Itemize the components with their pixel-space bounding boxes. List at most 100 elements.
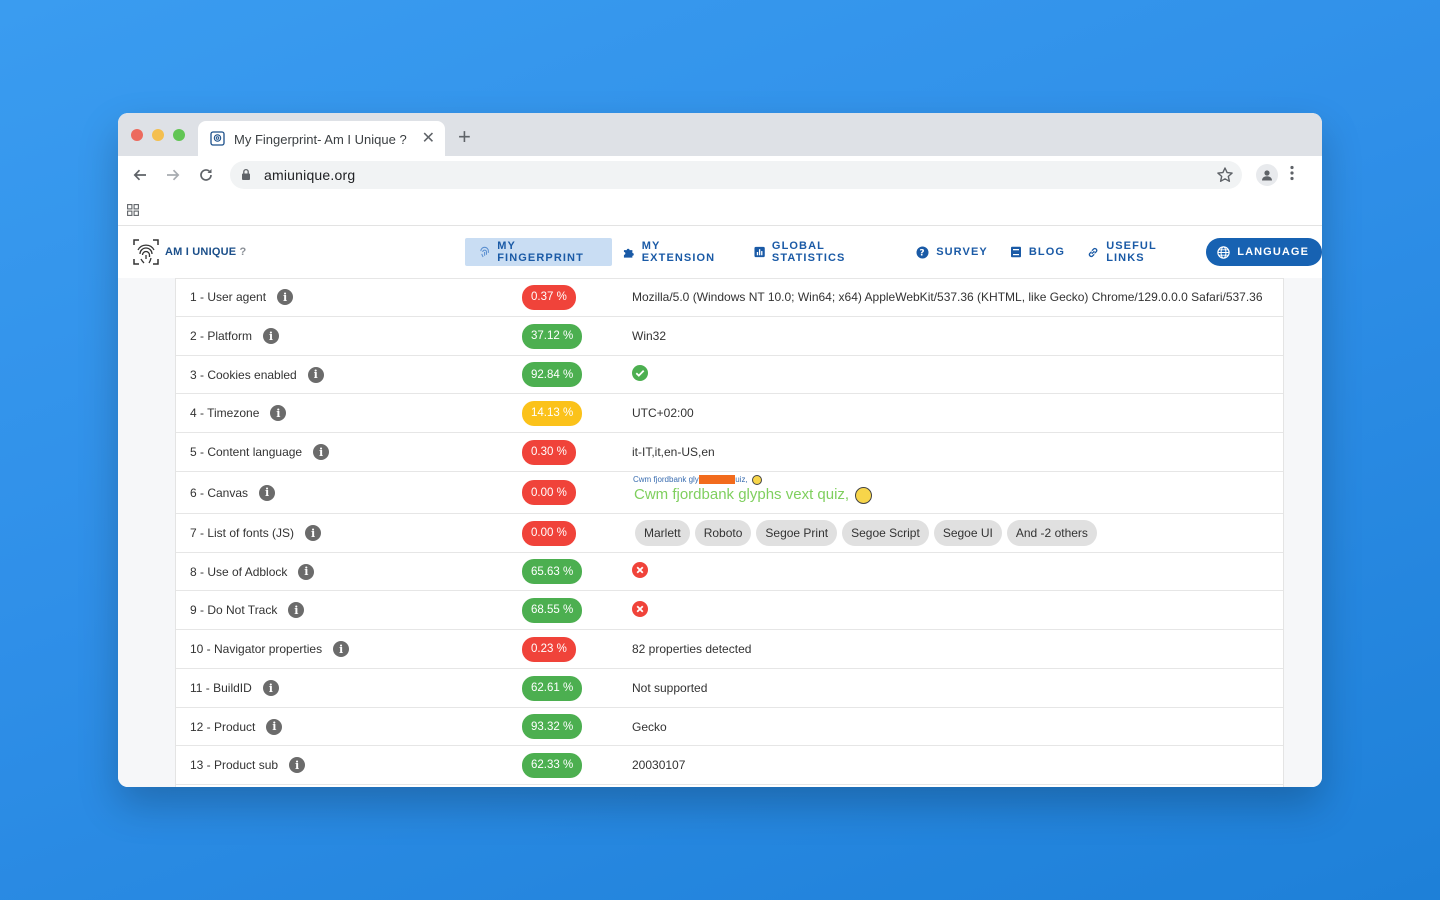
nav-my-extension[interactable]: MY EXTENSION — [612, 238, 743, 266]
table-row: 5 - Content language i 0.30 % it-IT,it,en… — [176, 433, 1283, 472]
new-tab-icon[interactable]: + — [458, 126, 471, 148]
table-row: 11 - BuildID i 62.61 % Not supported — [176, 669, 1283, 708]
percentage-badge: 62.33 % — [522, 752, 583, 778]
more-fonts-chip[interactable]: And -2 others — [1006, 520, 1097, 546]
info-icon[interactable]: i — [270, 405, 287, 421]
row-value: Not supported — [632, 681, 708, 695]
language-button[interactable]: LANGUAGE — [1206, 238, 1322, 266]
percentage-badge: 62.61 % — [522, 675, 583, 701]
browser-toolbar: amiunique.org — [118, 156, 1322, 194]
svg-text:?: ? — [920, 248, 926, 258]
info-icon[interactable]: i — [263, 328, 280, 344]
nav-blog[interactable]: BLOG — [999, 238, 1076, 266]
tab-title: My Fingerprint- Am I Unique ? — [234, 132, 407, 147]
page-content: AM I UNIQUE ? MY FINGERPRINT MY EXTENSIO… — [118, 226, 1322, 787]
profile-avatar-icon[interactable] — [1256, 164, 1278, 186]
site-logo[interactable]: AM I UNIQUE ? — [131, 237, 246, 267]
table-row: 4 - Timezone i 14.13 % UTC+02:00 — [176, 394, 1283, 433]
font-chip: Roboto — [694, 520, 752, 546]
row-value: it-IT,it,en-US,en — [632, 445, 715, 459]
favicon-icon — [210, 131, 225, 146]
percentage-badge: 0.23 % — [522, 636, 576, 662]
site-navbar: AM I UNIQUE ? MY FINGERPRINT MY EXTENSIO… — [118, 226, 1322, 278]
row-label: 5 - Content language — [190, 445, 303, 459]
percentage-badge: 0.00 % — [522, 480, 576, 505]
percentage-badge: 92.84 % — [522, 362, 583, 387]
info-icon[interactable]: i — [266, 718, 283, 735]
row-label: 13 - Product sub — [190, 758, 279, 772]
bookmark-star-icon[interactable] — [1216, 166, 1234, 184]
smiley-icon — [751, 475, 762, 485]
globe-icon — [1217, 245, 1230, 259]
info-icon[interactable]: i — [289, 757, 306, 773]
nav-survey[interactable]: ? SURVEY — [905, 238, 999, 266]
info-icon[interactable]: i — [305, 525, 322, 541]
row-value: 82 properties detected — [632, 642, 752, 656]
minimize-window-button[interactable] — [152, 129, 164, 141]
percentage-badge: 14.13 % — [522, 400, 583, 426]
info-icon[interactable]: i — [298, 563, 315, 580]
url-text: amiunique.org — [264, 167, 356, 183]
menu-kebab-icon[interactable] — [1290, 165, 1294, 181]
info-icon[interactable]: i — [307, 366, 324, 383]
row-value: Win32 — [632, 329, 667, 343]
close-window-button[interactable] — [131, 129, 143, 141]
table-row: 12 - Product i 93.32 % Gecko — [176, 708, 1283, 746]
table-row: 8 - Use of Adblock i 65.63 % — [176, 553, 1283, 591]
help-circle-icon: ? — [916, 246, 929, 258]
link-icon — [1088, 247, 1098, 257]
canvas-large-text: Cwm fjordbank glyphs vext quiz, — [634, 486, 873, 504]
main-nav: MY FINGERPRINT MY EXTENSION GLOBAL STATI… — [465, 238, 1322, 266]
lock-icon — [242, 168, 250, 180]
book-icon — [1010, 246, 1021, 258]
row-value: 20030107 — [632, 758, 686, 772]
nav-my-fingerprint[interactable]: MY FINGERPRINT — [465, 238, 612, 266]
apps-grid-icon[interactable] — [127, 204, 139, 216]
font-chip: Segoe UI — [933, 520, 1002, 546]
cross-circle-icon — [632, 562, 648, 578]
row-label: 10 - Navigator properties — [190, 642, 323, 656]
font-chip: Marlett — [635, 520, 690, 546]
maximize-window-button[interactable] — [173, 129, 185, 141]
tab-strip: My Fingerprint- Am I Unique ? ✕ + — [118, 113, 1322, 156]
row-value: Mozilla/5.0 (Windows NT 10.0; Win64; x64… — [632, 290, 1263, 304]
table-row: 7 - List of fonts (JS) i 0.00 % Marlett Ro… — [176, 514, 1283, 553]
cross-circle-icon — [632, 600, 648, 617]
table-row: 9 - Do Not Track i 68.55 % — [176, 591, 1283, 630]
fingerprint-icon — [480, 246, 489, 258]
info-icon[interactable]: i — [277, 289, 294, 305]
nav-global-statistics[interactable]: GLOBAL STATISTICS — [743, 238, 906, 266]
fingerprint-logo-icon — [133, 239, 159, 265]
canvas-small-text: Cwm fjordbank glyphs vext quiz, — [633, 475, 762, 485]
browser-tab[interactable]: My Fingerprint- Am I Unique ? ✕ — [198, 121, 445, 156]
logo-text: AM I UNIQUE ? — [165, 246, 247, 258]
row-label: 3 - Cookies enabled — [190, 367, 297, 382]
forward-button[interactable] — [161, 163, 185, 187]
info-icon[interactable]: i — [259, 484, 276, 501]
info-icon[interactable]: i — [262, 680, 279, 696]
row-value — [632, 600, 648, 620]
fingerprint-table: 1 - User agent i 0.37 % Mozilla/5.0 (Wind… — [175, 278, 1284, 787]
row-label: 6 - Canvas — [190, 485, 249, 500]
table-row: 13 - Product sub i 62.33 % 20030107 — [176, 746, 1283, 785]
smiley-icon — [855, 486, 873, 504]
row-label: 9 - Do Not Track — [190, 603, 278, 617]
address-bar[interactable]: amiunique.org — [230, 161, 1242, 189]
nav-useful-links[interactable]: USEFUL LINKS — [1076, 238, 1204, 266]
table-row: 2 - Platform i 37.12 % Win32 — [176, 317, 1283, 356]
info-icon[interactable]: i — [313, 444, 330, 460]
arrow-right-icon — [167, 169, 180, 181]
row-label: 11 - BuildID — [190, 681, 252, 695]
font-chip: Segoe Print — [756, 520, 838, 546]
table-row: 1 - User agent i 0.37 % Mozilla/5.0 (Wind… — [176, 278, 1283, 317]
row-value — [632, 365, 648, 384]
back-button[interactable] — [128, 163, 152, 187]
reload-icon — [200, 169, 212, 181]
row-label: 12 - Product — [190, 719, 256, 734]
reload-button[interactable] — [194, 163, 218, 187]
info-icon[interactable]: i — [288, 602, 305, 618]
tab-close-icon[interactable]: ✕ — [422, 128, 435, 148]
info-icon[interactable]: i — [333, 641, 350, 657]
row-label: 4 - Timezone — [190, 406, 260, 420]
row-value — [632, 562, 648, 581]
